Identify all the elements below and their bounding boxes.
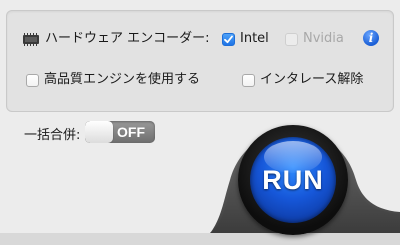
deinterlace-label[interactable]: インタレース解除 [260,72,363,88]
high-quality-label[interactable]: 高品質エンジンを使用する [44,72,200,88]
merge-label: 一括合併: [24,128,81,143]
encoder-options-group [6,10,394,112]
hardware-encoder-row: ハードウェア エンコーダー: [22,31,210,47]
chip-icon [22,32,40,46]
run-button-label: RUN [262,165,324,195]
toggle-state-text: OFF [117,124,145,140]
info-icon[interactable]: i [363,30,379,46]
deinterlace-checkbox-row[interactable]: インタレース解除 [242,72,363,88]
run-button[interactable]: RUN [238,125,348,235]
deinterlace-checkbox[interactable] [242,73,255,87]
high-quality-checkbox[interactable] [26,73,39,87]
merge-toggle[interactable]: OFF [85,121,155,143]
intel-checkbox[interactable] [222,32,235,46]
hardware-encoder-label: ハードウェア エンコーダー: [45,31,210,46]
nvidia-label[interactable]: Nvidia [303,31,344,47]
checkmark-icon [224,35,233,43]
toggle-knob[interactable] [85,121,113,143]
intel-checkbox-row[interactable]: Intel [222,31,269,47]
encoder-settings-panel: ハードウェア エンコーダー: Intel Nvidia i 高品質エンジンを使用… [0,0,400,245]
intel-label[interactable]: Intel [240,31,269,47]
nvidia-checkbox-row[interactable]: Nvidia [285,31,344,47]
nvidia-checkbox[interactable] [285,32,298,46]
high-quality-checkbox-row[interactable]: 高品質エンジンを使用する [26,72,200,88]
run-button-face[interactable]: RUN [250,137,336,223]
